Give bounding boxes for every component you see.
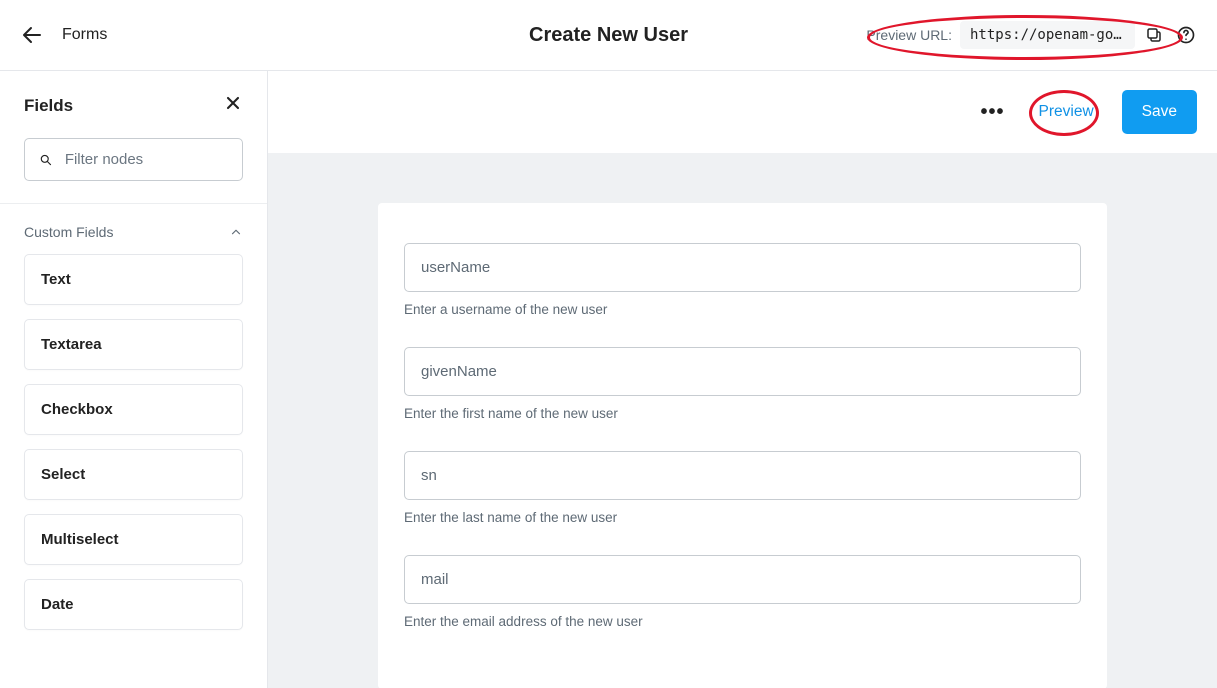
username-help: Enter a username of the new user	[404, 302, 1081, 317]
topbar: Forms Create New User Preview URL: https…	[0, 0, 1217, 71]
form-card: Enter a username of the new user Enter t…	[378, 203, 1107, 688]
copy-icon	[1145, 26, 1163, 44]
content: ••• Preview Save Enter a username of the…	[268, 71, 1217, 688]
preview-url-label: Preview URL:	[866, 27, 952, 43]
form-field-sn: Enter the last name of the new user	[404, 451, 1081, 525]
field-type-multiselect[interactable]: Multiselect	[24, 514, 243, 565]
field-type-select[interactable]: Select	[24, 449, 243, 500]
sn-input[interactable]	[404, 451, 1081, 500]
field-type-checkbox[interactable]: Checkbox	[24, 384, 243, 435]
breadcrumb[interactable]: Forms	[62, 26, 107, 44]
givenname-input[interactable]	[404, 347, 1081, 396]
sidebar: Fields Custom Fields	[0, 71, 268, 688]
givenname-help: Enter the first name of the new user	[404, 406, 1081, 421]
help-icon	[1176, 25, 1196, 45]
search-icon	[39, 152, 53, 168]
preview-url-value[interactable]: https://openam-gov-…	[960, 21, 1135, 49]
field-type-textarea[interactable]: Textarea	[24, 319, 243, 370]
back-button[interactable]	[20, 23, 44, 47]
field-type-date[interactable]: Date	[24, 579, 243, 630]
preview-url-group: Preview URL: https://openam-gov-…	[866, 21, 1165, 49]
mail-input[interactable]	[404, 555, 1081, 604]
help-button[interactable]	[1175, 24, 1197, 46]
filter-box[interactable]	[24, 138, 243, 181]
save-button[interactable]: Save	[1122, 90, 1197, 134]
preview-button[interactable]: Preview	[1019, 90, 1114, 134]
section-title: Custom Fields	[24, 224, 113, 240]
copy-url-button[interactable]	[1143, 24, 1165, 46]
username-input[interactable]	[404, 243, 1081, 292]
content-toolbar: ••• Preview Save	[268, 71, 1217, 153]
close-icon	[223, 93, 243, 113]
chevron-up-icon	[229, 225, 243, 239]
mail-help: Enter the email address of the new user	[404, 614, 1081, 629]
form-field-username: Enter a username of the new user	[404, 243, 1081, 317]
filter-input[interactable]	[65, 151, 228, 168]
form-field-givenname: Enter the first name of the new user	[404, 347, 1081, 421]
page-title: Create New User	[529, 24, 688, 47]
section-custom-fields-toggle[interactable]: Custom Fields	[24, 224, 243, 240]
form-field-mail: Enter the email address of the new user	[404, 555, 1081, 629]
arrow-left-icon	[20, 23, 44, 47]
field-type-text[interactable]: Text	[24, 254, 243, 305]
more-icon: •••	[981, 101, 1005, 124]
sidebar-title: Fields	[24, 96, 73, 116]
more-options-button[interactable]: •••	[975, 94, 1011, 130]
close-sidebar-button[interactable]	[223, 93, 243, 118]
sn-help: Enter the last name of the new user	[404, 510, 1081, 525]
form-canvas: Enter a username of the new user Enter t…	[268, 153, 1217, 688]
